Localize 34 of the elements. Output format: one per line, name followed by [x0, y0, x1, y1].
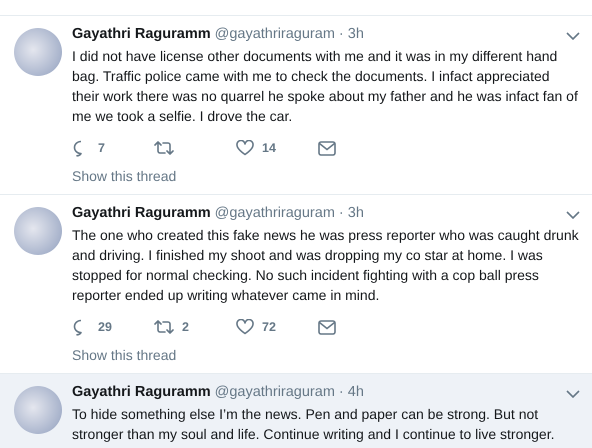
retweet-icon[interactable] — [154, 140, 174, 156]
heart-icon[interactable] — [236, 319, 254, 335]
retweet-count: 2 — [182, 320, 189, 334]
user-handle: @gayathriraguram — [214, 205, 335, 221]
user-handle: @gayathriraguram — [214, 384, 335, 400]
heart-icon[interactable] — [236, 140, 254, 156]
show-thread-link[interactable]: Show this thread — [72, 168, 580, 184]
like-count: 72 — [262, 320, 276, 334]
timestamp[interactable]: 4h — [348, 384, 364, 400]
show-thread-link[interactable]: Show this thread — [72, 347, 580, 363]
chevron-down-icon[interactable] — [566, 390, 580, 398]
avatar-image — [14, 207, 62, 255]
reply-count: 7 — [98, 141, 105, 155]
display-name[interactable]: Gayathri Raguramm — [72, 26, 211, 42]
avatar-image — [14, 386, 62, 434]
avatar-image — [14, 28, 62, 76]
separator-dot: · — [338, 205, 344, 221]
envelope-icon[interactable] — [318, 140, 336, 156]
tweet-text: To hide something else I’m the news. Pen and paper can be strong. But not stronger than my soul and life. Continue writing and I continue to live stronger. — [72, 405, 556, 444]
separator-dot: · — [338, 384, 344, 400]
timestamp[interactable]: 3h — [348, 205, 364, 221]
reply-count: 29 — [98, 320, 112, 334]
display-name[interactable]: Gayathri Raguramm — [72, 384, 211, 400]
envelope-icon[interactable] — [318, 320, 336, 334]
separator-dot: · — [338, 26, 344, 42]
tweet-text: I did not have license other documents with me and it was in my different hand bag. Traffic police came with me to check the documents. I infact appreciated their work there was no quarrel he spoke about my father and he was infact fan of me we took a selfie. I drove the car. — [72, 47, 579, 126]
display-name[interactable]: Gayathri Raguramm — [72, 205, 211, 221]
timestamp[interactable]: 3h — [348, 26, 364, 42]
chevron-down-icon[interactable] — [566, 32, 580, 40]
retweet-icon[interactable] — [154, 319, 174, 335]
user-handle: @gayathriraguram — [214, 26, 335, 42]
tweet-text: The one who created this fake news he was press reporter who was caught drunk and driving. I finished my shoot and was dropping my co star at home. I was stopped for normal checking. No such incident fighting with a cop ball press reporter ended up writing whatever came in mind. — [72, 226, 580, 305]
like-count: 14 — [262, 141, 276, 155]
chevron-down-icon[interactable] — [566, 211, 580, 219]
